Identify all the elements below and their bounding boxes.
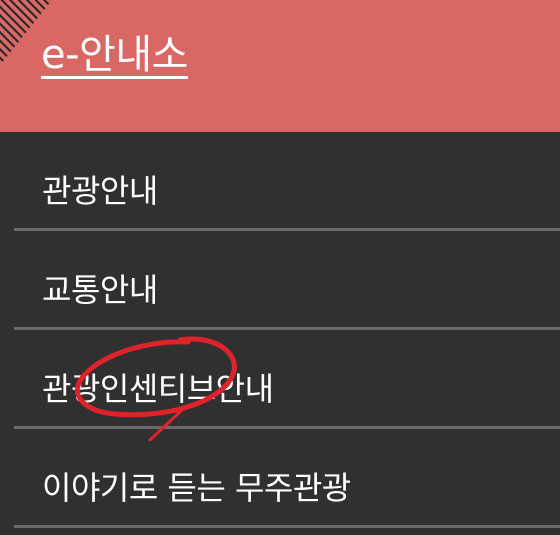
menu-item-label: 교통안내	[42, 271, 158, 309]
menu-item-label: 이야기로 듣는 무주관광	[42, 469, 351, 507]
menu-item-label: 관광안내	[42, 172, 158, 210]
menu-item-transport-info[interactable]: 교통안내	[0, 231, 560, 330]
page-title[interactable]: e-안내소	[41, 22, 188, 80]
menu-item-tourism-info[interactable]: 관광안내	[0, 132, 560, 231]
header-bar: e-안내소	[0, 0, 560, 132]
red-circle-annotation	[75, 336, 237, 442]
divider	[14, 525, 560, 528]
